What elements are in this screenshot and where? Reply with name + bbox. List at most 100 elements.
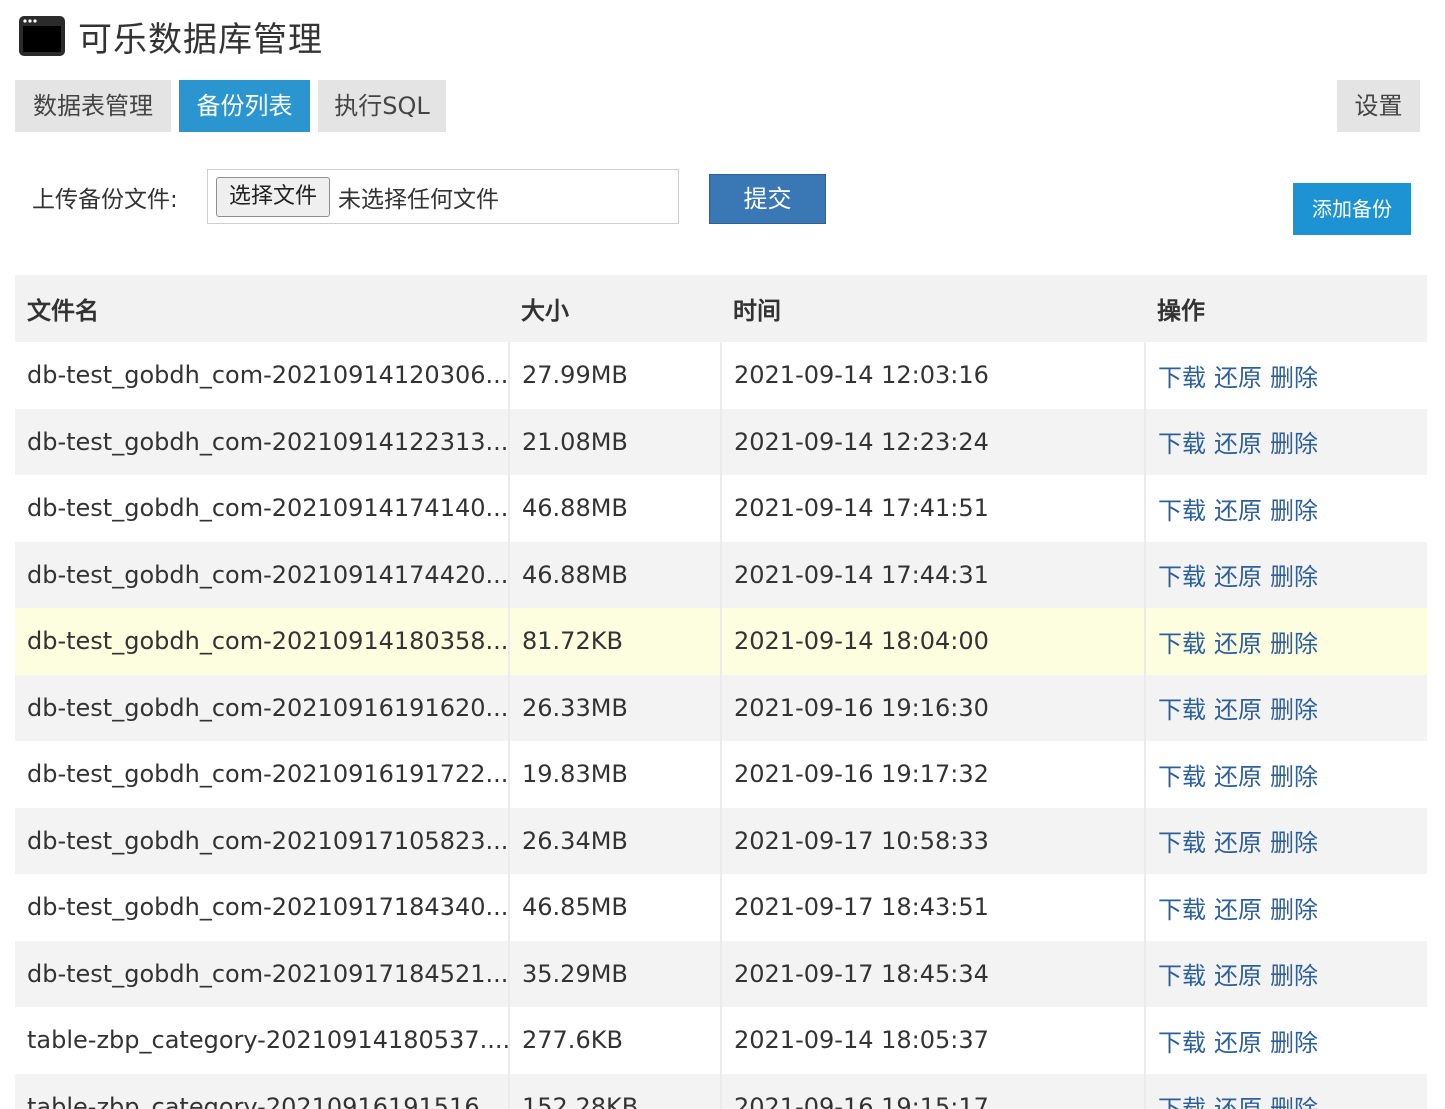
- delete-link[interactable]: 删除: [1270, 563, 1318, 591]
- download-link[interactable]: 下载: [1158, 763, 1206, 791]
- cell-size: 152.28KB: [508, 1073, 721, 1109]
- submit-button[interactable]: 提交: [709, 174, 826, 224]
- cell-actions: 下载还原删除: [1144, 940, 1427, 1007]
- cell-filename: db-test_gobdh_com-20210914120306....: [15, 342, 509, 409]
- tab-sql[interactable]: 执行SQL: [318, 80, 446, 132]
- table-row: db-test_gobdh_com-20210916191620.... 26.3…: [15, 674, 1427, 741]
- tab-settings[interactable]: 设置: [1337, 80, 1420, 132]
- cell-size: 19.83MB: [508, 741, 721, 808]
- table-row: db-test_gobdh_com-20210914174140.... 46.8…: [15, 475, 1427, 542]
- cell-actions: 下载还原删除: [1144, 874, 1427, 941]
- download-link[interactable]: 下载: [1158, 896, 1206, 924]
- delete-link[interactable]: 删除: [1270, 430, 1318, 458]
- delete-link[interactable]: 删除: [1270, 896, 1318, 924]
- cell-time: 2021-09-14 17:41:51: [720, 475, 1145, 542]
- download-link[interactable]: 下载: [1158, 364, 1206, 392]
- restore-link[interactable]: 还原: [1214, 497, 1262, 525]
- table-row: db-test_gobdh_com-20210914174420.... 46.8…: [15, 541, 1427, 608]
- cell-filename: table-zbp_category-20210914180537....: [15, 1007, 509, 1074]
- choose-file-button[interactable]: 选择文件: [216, 176, 331, 217]
- cell-time: 2021-09-16 19:15:17: [720, 1073, 1145, 1109]
- header-time: 时间: [721, 275, 1145, 342]
- restore-link[interactable]: 还原: [1214, 364, 1262, 392]
- delete-link[interactable]: 删除: [1270, 962, 1318, 990]
- delete-link[interactable]: 删除: [1270, 763, 1318, 791]
- restore-link[interactable]: 还原: [1214, 962, 1262, 990]
- cell-filename: db-test_gobdh_com-20210916191722....: [15, 741, 509, 808]
- add-backup-button[interactable]: 添加备份: [1293, 183, 1411, 235]
- cell-actions: 下载还原删除: [1144, 342, 1427, 409]
- restore-link[interactable]: 还原: [1214, 1029, 1262, 1057]
- table-row: db-test_gobdh_com-20210917184521.... 35.2…: [15, 940, 1427, 1007]
- restore-link[interactable]: 还原: [1214, 763, 1262, 791]
- cell-time: 2021-09-14 17:44:31: [720, 541, 1145, 608]
- cell-size: 46.88MB: [508, 541, 721, 608]
- cell-filename: db-test_gobdh_com-20210914122313....: [15, 408, 509, 475]
- download-link[interactable]: 下载: [1158, 630, 1206, 658]
- cell-size: 277.6KB: [508, 1007, 721, 1074]
- download-link[interactable]: 下载: [1158, 696, 1206, 724]
- app-title: 可乐数据库管理: [78, 19, 323, 60]
- cell-actions: 下载还原删除: [1144, 1073, 1427, 1109]
- cell-actions: 下载还原删除: [1144, 408, 1427, 475]
- header-actions: 操作: [1145, 275, 1427, 342]
- delete-link[interactable]: 删除: [1270, 696, 1318, 724]
- table-body: db-test_gobdh_com-20210914120306.... 27.9…: [15, 342, 1427, 1109]
- cell-filename: db-test_gobdh_com-20210917184340....: [15, 874, 509, 941]
- tab-backups[interactable]: 备份列表: [179, 80, 310, 132]
- cell-filename: db-test_gobdh_com-20210914180358....: [15, 608, 509, 675]
- file-input[interactable]: 选择文件 未选择任何文件: [207, 169, 679, 224]
- download-link[interactable]: 下载: [1158, 829, 1206, 857]
- cell-size: 21.08MB: [508, 408, 721, 475]
- restore-link[interactable]: 还原: [1214, 630, 1262, 658]
- table-header-row: 文件名 大小 时间 操作: [15, 275, 1427, 342]
- cell-time: 2021-09-17 18:45:34: [720, 940, 1145, 1007]
- header: 可乐数据库管理: [18, 12, 323, 60]
- cell-actions: 下载还原删除: [1144, 608, 1427, 675]
- restore-link[interactable]: 还原: [1214, 430, 1262, 458]
- download-link[interactable]: 下载: [1158, 497, 1206, 525]
- restore-link[interactable]: 还原: [1214, 829, 1262, 857]
- restore-link[interactable]: 还原: [1214, 563, 1262, 591]
- delete-link[interactable]: 删除: [1270, 630, 1318, 658]
- table-row: db-test_gobdh_com-20210914180358.... 81.7…: [15, 608, 1427, 675]
- cell-filename: db-test_gobdh_com-20210917184521....: [15, 940, 509, 1007]
- delete-link[interactable]: 删除: [1270, 364, 1318, 392]
- cell-time: 2021-09-17 10:58:33: [720, 807, 1145, 874]
- window-icon: [19, 16, 65, 56]
- cell-size: 26.33MB: [508, 674, 721, 741]
- cell-time: 2021-09-17 18:43:51: [720, 874, 1145, 941]
- table-row: db-test_gobdh_com-20210914120306.... 27.9…: [15, 342, 1427, 409]
- table-row: table-zbp_category-20210916191516.... 152…: [15, 1073, 1427, 1109]
- download-link[interactable]: 下载: [1158, 1095, 1206, 1109]
- cell-filename: table-zbp_category-20210916191516....: [15, 1073, 509, 1109]
- file-status: 未选择任何文件: [338, 186, 500, 213]
- cell-size: 26.34MB: [508, 807, 721, 874]
- delete-link[interactable]: 删除: [1270, 1029, 1318, 1057]
- table-row: db-test_gobdh_com-20210917105823.... 26.3…: [15, 807, 1427, 874]
- cell-actions: 下载还原删除: [1144, 674, 1427, 741]
- download-link[interactable]: 下载: [1158, 563, 1206, 591]
- restore-link[interactable]: 还原: [1214, 896, 1262, 924]
- cell-size: 46.88MB: [508, 475, 721, 542]
- delete-link[interactable]: 删除: [1270, 497, 1318, 525]
- cell-size: 81.72KB: [508, 608, 721, 675]
- cell-time: 2021-09-16 19:16:30: [720, 674, 1145, 741]
- download-link[interactable]: 下载: [1158, 962, 1206, 990]
- cell-time: 2021-09-16 19:17:32: [720, 741, 1145, 808]
- download-link[interactable]: 下载: [1158, 430, 1206, 458]
- app-root: 可乐数据库管理 数据表管理 备份列表 执行SQL 设置 上传备份文件: 选择文件…: [0, 0, 1445, 1109]
- cell-filename: db-test_gobdh_com-20210914174140....: [15, 475, 509, 542]
- cell-time: 2021-09-14 12:23:24: [720, 408, 1145, 475]
- cell-actions: 下载还原删除: [1144, 1007, 1427, 1074]
- tab-tables[interactable]: 数据表管理: [15, 80, 171, 132]
- download-link[interactable]: 下载: [1158, 1029, 1206, 1057]
- delete-link[interactable]: 删除: [1270, 1095, 1318, 1109]
- table-row: db-test_gobdh_com-20210914122313.... 21.0…: [15, 408, 1427, 475]
- restore-link[interactable]: 还原: [1214, 696, 1262, 724]
- delete-link[interactable]: 删除: [1270, 829, 1318, 857]
- cell-time: 2021-09-14 12:03:16: [720, 342, 1145, 409]
- restore-link[interactable]: 还原: [1214, 1095, 1262, 1109]
- backup-table-container: 文件名 大小 时间 操作 db-test_gobdh_com-202109141…: [15, 275, 1427, 1109]
- cell-size: 46.85MB: [508, 874, 721, 941]
